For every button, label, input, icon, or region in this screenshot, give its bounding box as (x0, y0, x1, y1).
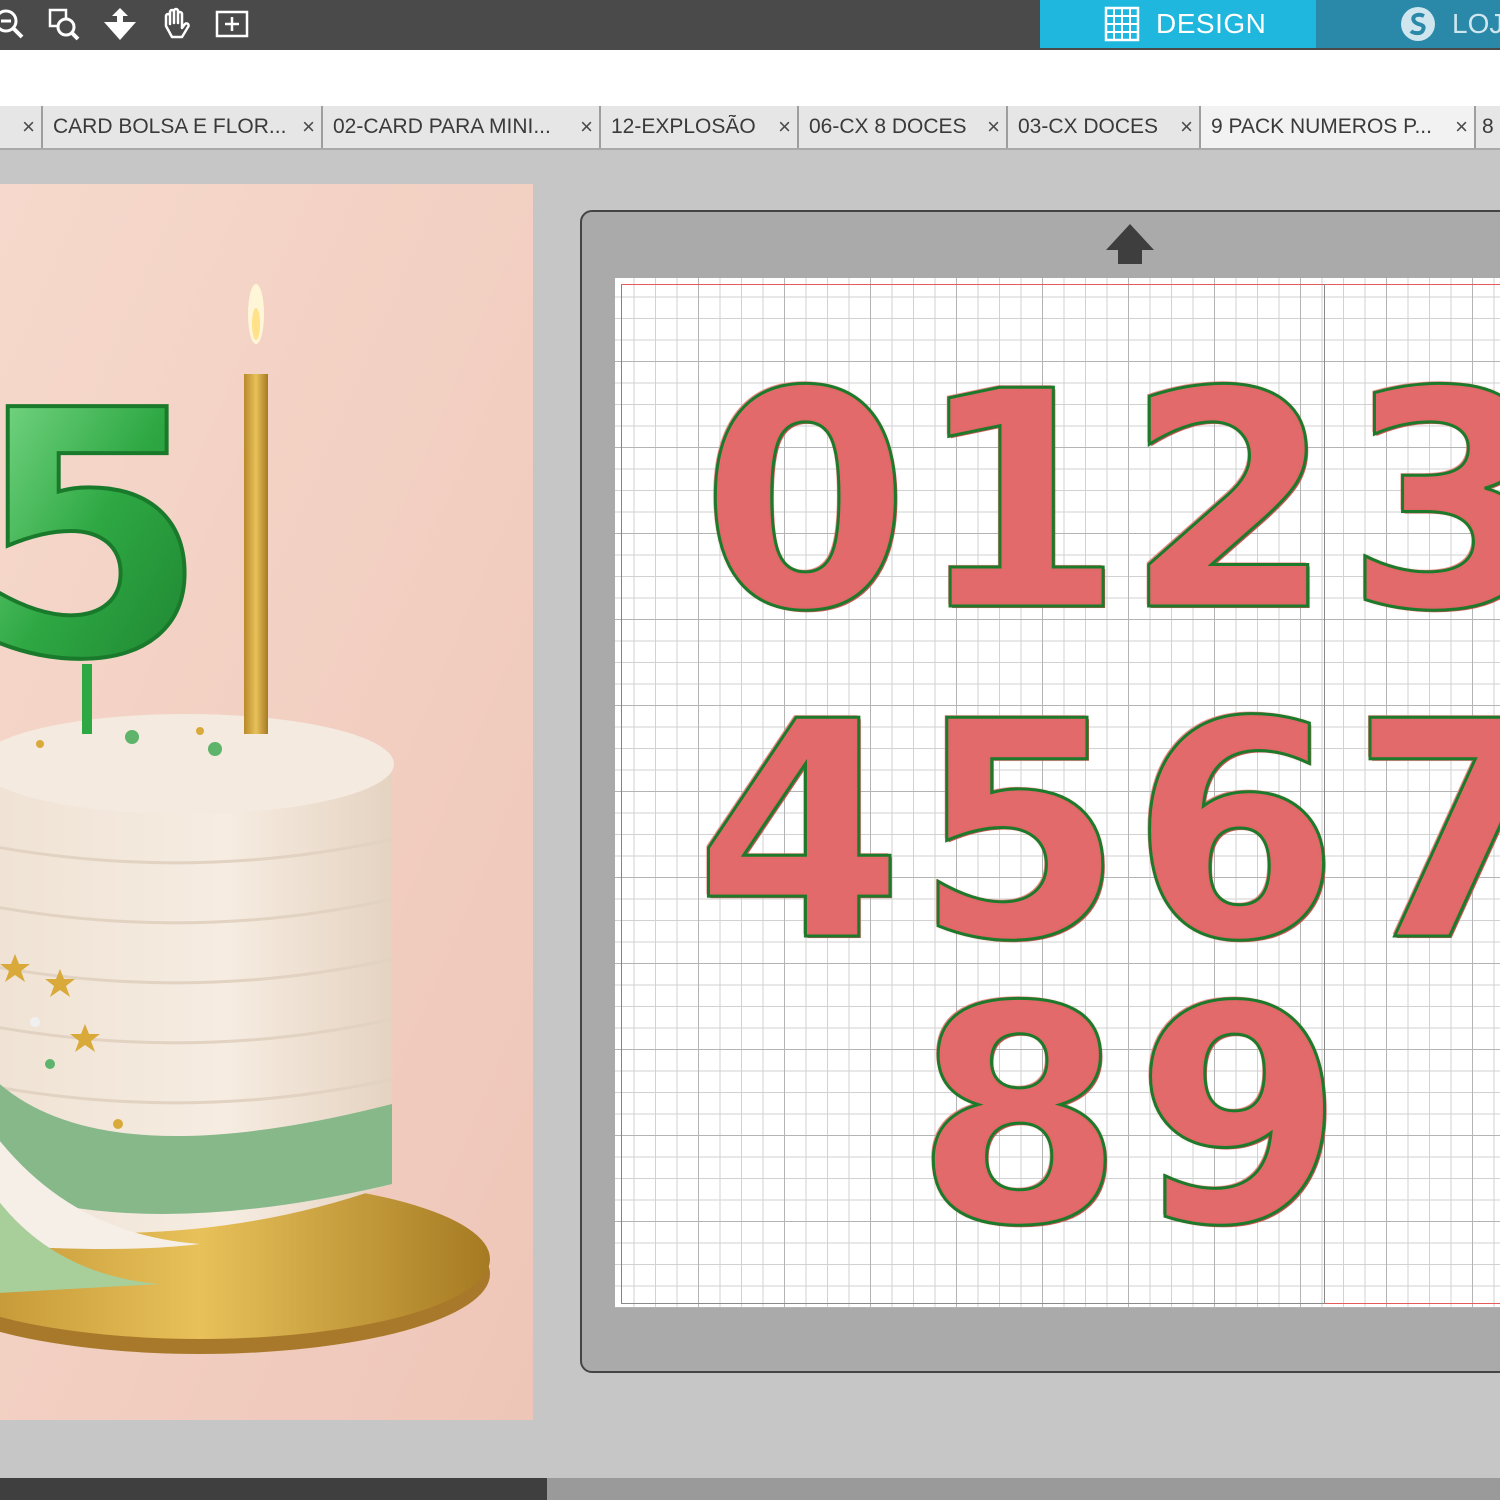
close-tab-icon[interactable]: × (22, 114, 35, 140)
add-frame-icon[interactable] (212, 4, 252, 44)
balloon-number-6[interactable]: 6 (1130, 681, 1342, 984)
document-tab[interactable]: 02-CARD PARA MINI... × (323, 106, 601, 148)
tab-label: 9 PACK NUMEROS P... (1211, 115, 1432, 138)
feed-direction-arrow-icon (1106, 224, 1154, 264)
document-tab[interactable]: 12-EXPLOSÃO × (601, 106, 799, 148)
balloon-number-2[interactable]: 2 (1124, 351, 1336, 654)
balloon-number-8[interactable]: 8 (914, 966, 1126, 1269)
balloon-number-9[interactable]: 9 (1134, 966, 1346, 1269)
store-mode-tab[interactable]: LOJA (1316, 0, 1500, 48)
document-tab[interactable]: 06-CX 8 DOCES × (799, 106, 1008, 148)
candle-number-text: 5 (0, 339, 208, 735)
document-tab[interactable]: CARD BOLSA E FLOR... × (43, 106, 323, 148)
close-tab-icon[interactable]: × (778, 114, 791, 140)
tab-label: 8 (1482, 115, 1494, 138)
scrollbar-thumb[interactable] (0, 1478, 547, 1500)
tab-label: CARD BOLSA E FLOR... (53, 115, 287, 138)
zoom-out-icon[interactable] (0, 4, 30, 44)
tab-label: 12-EXPLOSÃO (611, 115, 756, 138)
cake-image: 5 (0, 184, 533, 1420)
design-mode-label: DESIGN (1156, 8, 1267, 39)
balloon-number-7[interactable]: 7 (1349, 681, 1500, 984)
cake-photo[interactable]: 5 (0, 184, 533, 1420)
balloon-number-1[interactable]: 1 (914, 351, 1126, 654)
document-tab-active[interactable]: 9 PACK NUMEROS P... × (1201, 106, 1476, 148)
document-tab[interactable]: 8 (1476, 106, 1500, 148)
balloon-number-0[interactable]: 0 (700, 351, 912, 654)
store-mode-label: LOJA (1452, 8, 1500, 39)
silhouette-logo-icon (1401, 7, 1435, 41)
close-tab-icon[interactable]: × (987, 114, 1000, 140)
grid-icon (1104, 6, 1140, 42)
cutting-mat[interactable]: 0 1 2 3 4 5 6 7 8 9 (580, 210, 1500, 1373)
balloon-number-4[interactable]: 4 (694, 681, 906, 984)
close-tab-icon[interactable]: × (1455, 114, 1468, 140)
document-tab[interactable]: × (0, 106, 43, 148)
document-tab[interactable]: 03-CX DOCES × (1008, 106, 1201, 148)
close-tab-icon[interactable]: × (302, 114, 315, 140)
balloon-number-3[interactable]: 3 (1344, 351, 1500, 654)
tab-label: 02-CARD PARA MINI... (333, 115, 551, 138)
secondary-toolbar (0, 50, 1500, 106)
close-tab-icon[interactable]: × (1180, 114, 1193, 140)
balloon-number-5[interactable]: 5 (914, 681, 1126, 984)
close-tab-icon[interactable]: × (580, 114, 593, 140)
horizontal-scrollbar[interactable] (0, 1478, 1500, 1500)
cut-area-grid[interactable]: 0 1 2 3 4 5 6 7 8 9 (615, 278, 1500, 1308)
zoom-fit-icon[interactable] (44, 4, 84, 44)
design-mode-tab[interactable]: DESIGN (1040, 0, 1316, 48)
top-toolbar: DESIGN LOJA (0, 0, 1500, 50)
document-tabs: × CARD BOLSA E FLOR... × 02-CARD PARA MI… (0, 106, 1500, 150)
tab-label: 06-CX 8 DOCES (809, 115, 967, 138)
pan-hand-icon[interactable] (156, 4, 196, 44)
move-down-icon[interactable] (100, 4, 140, 44)
tab-label: 03-CX DOCES (1018, 115, 1159, 138)
